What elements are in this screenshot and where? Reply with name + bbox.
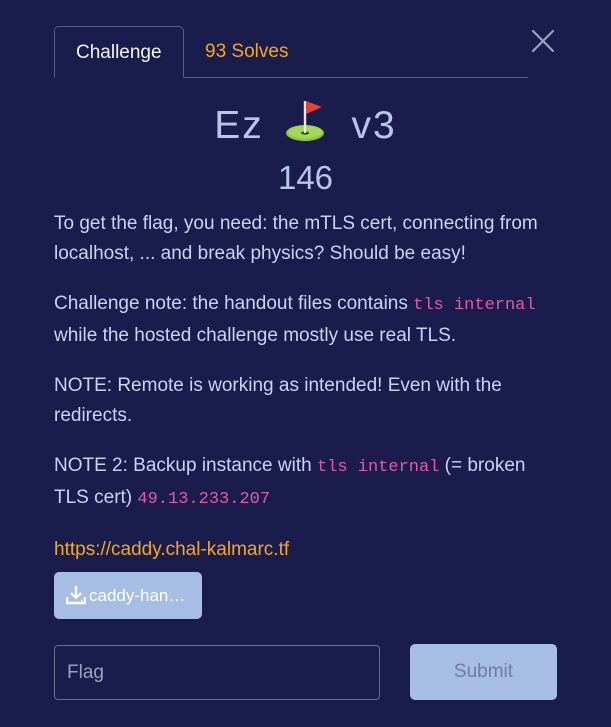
challenge-tabs: Challenge 93 Solves	[54, 26, 528, 78]
challenge-link[interactable]: https://caddy.chal-kalmarc.tf	[54, 539, 289, 560]
close-icon[interactable]	[530, 28, 556, 54]
description-paragraph: Challenge note: the handout files contai…	[54, 289, 564, 351]
description-paragraph: NOTE: Remote is working as intended! Eve…	[54, 371, 564, 431]
challenge-points: 146	[277, 159, 334, 196]
description-text: NOTE: Remote is working as intended! Eve…	[54, 375, 502, 426]
challenge-title-right: v3	[351, 104, 397, 147]
description-text: while the hosted challenge mostly use re…	[54, 325, 457, 346]
description-paragraph: https://caddy.chal-kalmarc.tf	[54, 535, 564, 565]
inline-code: tls internal	[316, 458, 440, 477]
download-file-button[interactable]: caddy-han…	[54, 572, 202, 619]
golf-flag-icon	[283, 98, 333, 144]
challenge-title: Ez v3	[0, 98, 611, 151]
file-name-label: caddy-han…	[89, 586, 186, 605]
tab-challenge[interactable]: Challenge	[54, 26, 184, 78]
description-text: To get the flag, you need: the mTLS cert…	[54, 213, 538, 264]
flag-input[interactable]	[54, 645, 380, 700]
description-text: NOTE 2: Backup instance with	[54, 455, 317, 476]
description-paragraph: To get the flag, you need: the mTLS cert…	[54, 209, 564, 269]
download-icon	[65, 586, 87, 605]
submit-button[interactable]: Submit	[410, 644, 557, 700]
description-paragraph: NOTE 2: Backup instance with tls interna…	[54, 451, 564, 515]
tab-solves[interactable]: 93 Solves	[184, 26, 309, 77]
description-text: Challenge note: the handout files contai…	[54, 293, 414, 314]
challenge-description: To get the flag, you need: the mTLS cert…	[54, 209, 564, 585]
challenge-title-left: Ez	[214, 104, 264, 147]
inline-code-ip: 49.13.233.207	[137, 490, 271, 509]
inline-code: tls internal	[413, 296, 536, 315]
